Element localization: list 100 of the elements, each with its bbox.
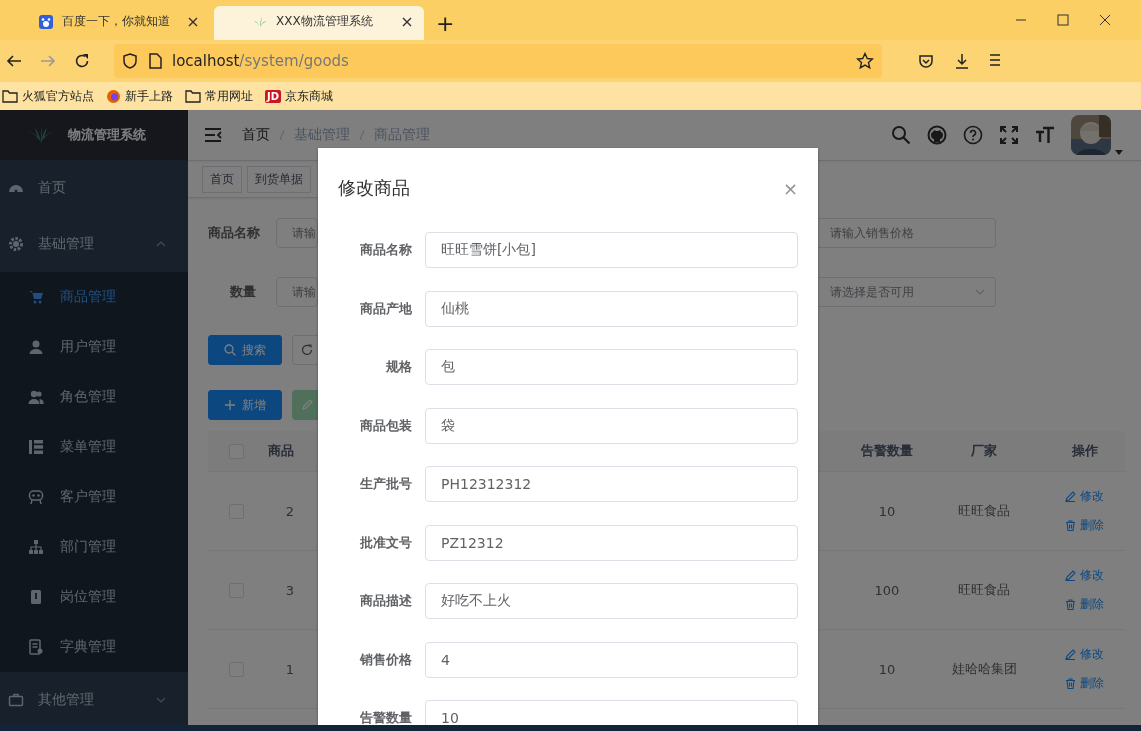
- maximize-icon: [1057, 14, 1069, 26]
- search-icon: [224, 344, 236, 356]
- edit-link[interactable]: 修改: [1065, 646, 1104, 663]
- form-label: 销售价格: [358, 650, 413, 669]
- table-cell-text: 旺旺食品: [957, 581, 1011, 599]
- page-tag[interactable]: 到货单据: [247, 165, 311, 193]
- select-field[interactable]: 请选择是否可用: [818, 277, 996, 307]
- text-field[interactable]: 旺旺雪饼[小包]: [425, 232, 798, 268]
- hamburger-icon: [204, 127, 222, 143]
- form-label: 商品名称: [359, 241, 413, 259]
- tree-list-icon: [28, 439, 44, 455]
- form-label: 生产批号: [359, 475, 413, 493]
- url-text: localhost/system/goods: [172, 52, 350, 70]
- table-cell-text: 旺旺食品: [957, 502, 1011, 520]
- text-field[interactable]: 包: [425, 349, 798, 385]
- shield-icon: [122, 53, 138, 69]
- close-icon: [402, 16, 412, 27]
- submenu-item[interactable]: 菜单管理: [0, 422, 188, 472]
- column-header: 操作: [1071, 442, 1098, 460]
- dialog-title: 修改商品: [338, 176, 410, 200]
- submenu-item[interactable]: 商品管理: [0, 272, 188, 322]
- avatar-menu[interactable]: [1071, 115, 1123, 155]
- add-button[interactable]: 新增: [208, 390, 282, 420]
- menu-icon: [990, 53, 1000, 67]
- bookmark-link[interactable]: 常用网址: [185, 87, 253, 105]
- chevron-down-icon: [975, 289, 985, 295]
- trash-icon: [1065, 599, 1076, 610]
- bookmark-link[interactable]: JD 京东商城: [265, 87, 334, 105]
- page-tag[interactable]: 首页: [202, 165, 242, 193]
- edit-link[interactable]: 修改: [1065, 567, 1104, 584]
- caret-icon: [1115, 150, 1123, 155]
- pocket-icon: [918, 53, 934, 69]
- menu-item[interactable]: 首页: [0, 160, 188, 216]
- slash-separator-icon: [359, 129, 365, 141]
- org-chart-icon: [28, 539, 44, 555]
- text-field[interactable]: 袋: [425, 407, 798, 444]
- browser-tab[interactable]: 百度一下，你就知道: [0, 6, 210, 40]
- text-field[interactable]: PZ12312: [425, 524, 798, 561]
- breadcrumb-item[interactable]: 首页: [242, 126, 270, 144]
- folder-icon: [2, 89, 18, 103]
- search-button[interactable]: 搜索: [208, 335, 282, 365]
- column-header: 告警数量: [860, 442, 914, 460]
- text-field[interactable]: 仙桃: [425, 290, 798, 327]
- delete-link[interactable]: 删除: [1065, 596, 1104, 613]
- paw-icon: [38, 13, 54, 30]
- trash-icon: [1065, 678, 1076, 689]
- cart-icon: [28, 289, 44, 305]
- submenu-item[interactable]: 字典管理: [0, 622, 188, 672]
- text-field[interactable]: 4: [425, 641, 798, 678]
- submenu-item[interactable]: 岗位管理: [0, 572, 188, 622]
- submenu-item[interactable]: 部门管理: [0, 522, 188, 572]
- slash-separator-icon: [279, 129, 285, 141]
- tab-title: 百度一下，你就知道: [62, 13, 171, 30]
- delete-link[interactable]: 删除: [1065, 517, 1104, 534]
- table-cell-text: 娃哈哈集团: [950, 660, 1018, 678]
- form-label: 商品产地: [359, 299, 413, 318]
- submenu-item[interactable]: 角色管理: [0, 372, 188, 422]
- close-icon: [188, 16, 198, 27]
- globe-fox-icon: [106, 88, 121, 104]
- close-button[interactable]: ×: [782, 177, 798, 199]
- menu-item[interactable]: 基础管理: [0, 216, 188, 272]
- new-tab-button[interactable]: +: [428, 6, 463, 40]
- bookmark-link[interactable]: 火狐官方站点: [2, 87, 94, 105]
- table-cell-text: 3: [284, 582, 294, 598]
- column-header: 商品: [267, 442, 294, 460]
- submenu-item[interactable]: 客户管理: [0, 472, 188, 522]
- table-cell-text: 1: [284, 661, 294, 677]
- text-field[interactable]: 好吃不上火: [425, 583, 798, 619]
- submenu-item[interactable]: 用户管理: [0, 322, 188, 372]
- plus-icon: [224, 399, 236, 411]
- users-icon: [28, 389, 44, 405]
- briefcase-icon: [8, 692, 24, 708]
- address-bar[interactable]: localhost/system/goods: [114, 44, 882, 78]
- form-label: 规格: [385, 358, 413, 376]
- browser-tab[interactable]: XXX物流管理系统: [214, 6, 424, 40]
- bookmark-link[interactable]: 新手上路: [106, 87, 173, 105]
- gear-icon: [8, 236, 24, 252]
- text-field[interactable]: PH12312312: [425, 466, 798, 502]
- fullscreen-icon: [999, 125, 1019, 145]
- form-label: 批准文号: [359, 533, 413, 552]
- text-field[interactable]: 请输入销售价格: [818, 218, 996, 248]
- forward-icon: [40, 53, 56, 69]
- cat-logo-icon: [927, 125, 947, 145]
- column-header: 厂家: [970, 442, 998, 460]
- robot-icon: [28, 489, 44, 505]
- edit-link[interactable]: 修改: [1065, 488, 1104, 505]
- app-title: 物流管理系统: [68, 126, 146, 144]
- trash-icon: [1065, 520, 1076, 531]
- chevron-down-icon: [156, 697, 166, 703]
- delete-link[interactable]: 删除: [1065, 675, 1104, 692]
- refresh-icon: [301, 344, 313, 356]
- form-label: 商品描述: [359, 592, 413, 610]
- id-badge-icon: [28, 589, 44, 605]
- form-label: 告警数量: [359, 709, 413, 727]
- reload-icon: [74, 53, 90, 69]
- pencil-icon: [1065, 649, 1076, 660]
- chevron-up-icon: [156, 241, 166, 247]
- page-icon: [148, 53, 162, 69]
- folder-icon: [185, 89, 201, 103]
- help-icon: [963, 125, 983, 145]
